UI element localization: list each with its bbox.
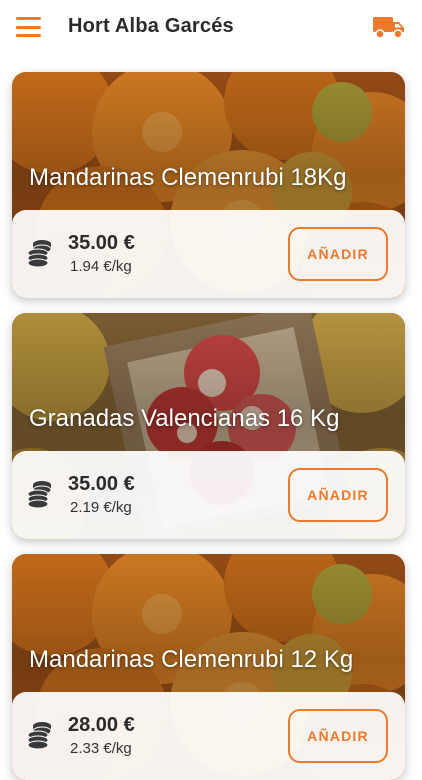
price-panel: 28.00 € 2.33 €/kg AÑADIR xyxy=(12,692,405,780)
product-card[interactable]: Mandarinas Clemenrubi 18Kg 35.00 € 1.94 … xyxy=(12,72,405,298)
price-per-kg: 2.33 €/kg xyxy=(70,740,132,757)
price-per-kg: 1.94 €/kg xyxy=(70,258,132,275)
page-title: Hort Alba Garcés xyxy=(68,15,234,37)
product-name: Granadas Valencianas 16 Kg xyxy=(29,405,340,432)
price-panel: 35.00 € 2.19 €/kg AÑADIR xyxy=(12,451,405,539)
add-to-cart-button[interactable]: AÑADIR xyxy=(288,468,388,522)
product-name: Mandarinas Clemenrubi 18Kg xyxy=(29,164,347,191)
delivery-truck-icon[interactable] xyxy=(372,14,406,40)
app-bar: Hort Alba Garcés xyxy=(0,0,422,56)
add-to-cart-button[interactable]: AÑADIR xyxy=(288,227,388,281)
coins-icon xyxy=(27,240,52,268)
product-price: 28.00 € xyxy=(68,714,135,736)
add-to-cart-button[interactable]: AÑADIR xyxy=(288,709,388,763)
price-per-kg: 2.19 €/kg xyxy=(70,499,132,516)
coins-icon xyxy=(27,722,52,750)
product-price: 35.00 € xyxy=(68,473,135,495)
product-price: 35.00 € xyxy=(68,232,135,254)
price-panel: 35.00 € 1.94 €/kg AÑADIR xyxy=(12,210,405,298)
product-name: Mandarinas Clemenrubi 12 Kg xyxy=(29,646,354,673)
coins-icon xyxy=(27,481,52,509)
product-card[interactable]: Granadas Valencianas 16 Kg 35.00 € 2.19 … xyxy=(12,313,405,539)
hamburger-menu-icon[interactable] xyxy=(16,17,41,37)
product-card[interactable]: Mandarinas Clemenrubi 12 Kg 28.00 € 2.33… xyxy=(12,554,405,780)
